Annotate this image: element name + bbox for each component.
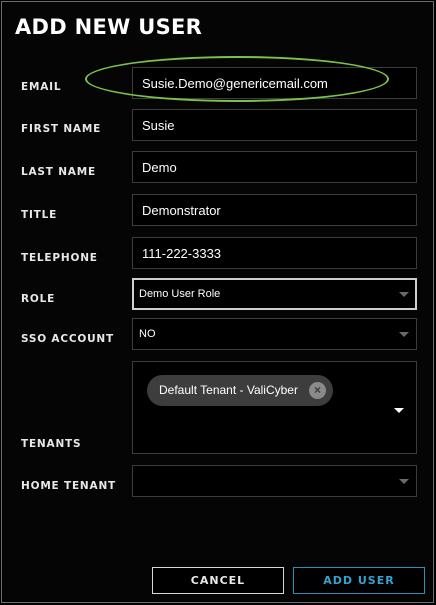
- title-label: TITLE: [21, 209, 58, 221]
- chevron-down-icon: [399, 332, 409, 337]
- cancel-button[interactable]: CANCEL: [152, 567, 284, 594]
- last-name-label: LAST NAME: [21, 166, 96, 178]
- first-name-field[interactable]: [132, 109, 417, 141]
- remove-chip-icon[interactable]: ×: [309, 382, 326, 399]
- last-name-field[interactable]: [132, 151, 417, 183]
- tenant-chip: Default Tenant - ValiCyber ×: [147, 375, 333, 406]
- chevron-down-icon: [399, 479, 409, 484]
- email-label: EMAIL: [21, 81, 62, 93]
- tenants-multiselect[interactable]: Default Tenant - ValiCyber ×: [132, 361, 417, 454]
- add-user-button[interactable]: ADD USER: [293, 567, 425, 594]
- telephone-field[interactable]: [132, 237, 417, 269]
- sso-account-select[interactable]: NO: [132, 318, 417, 350]
- role-label: ROLE: [21, 293, 56, 305]
- tenants-label: TENANTS: [21, 438, 82, 450]
- role-select-value: Demo User Role: [139, 288, 221, 300]
- role-select[interactable]: Demo User Role: [132, 278, 417, 310]
- email-field[interactable]: [132, 67, 417, 99]
- first-name-label: FIRST NAME: [21, 123, 102, 135]
- home-tenant-label: HOME TENANT: [21, 480, 116, 492]
- add-user-dialog: ADD NEW USER EMAIL FIRST NAME LAST NAME …: [1, 1, 434, 603]
- title-field[interactable]: [132, 194, 417, 226]
- tenant-chip-label: Default Tenant - ValiCyber: [159, 383, 298, 397]
- dialog-title: ADD NEW USER: [15, 15, 203, 39]
- chevron-down-icon[interactable]: [394, 408, 404, 413]
- home-tenant-select[interactable]: [132, 465, 417, 497]
- sso-account-label: SSO ACCOUNT: [21, 333, 114, 345]
- telephone-label: TELEPHONE: [21, 252, 98, 264]
- sso-account-select-value: NO: [139, 328, 156, 340]
- chevron-down-icon: [399, 292, 409, 297]
